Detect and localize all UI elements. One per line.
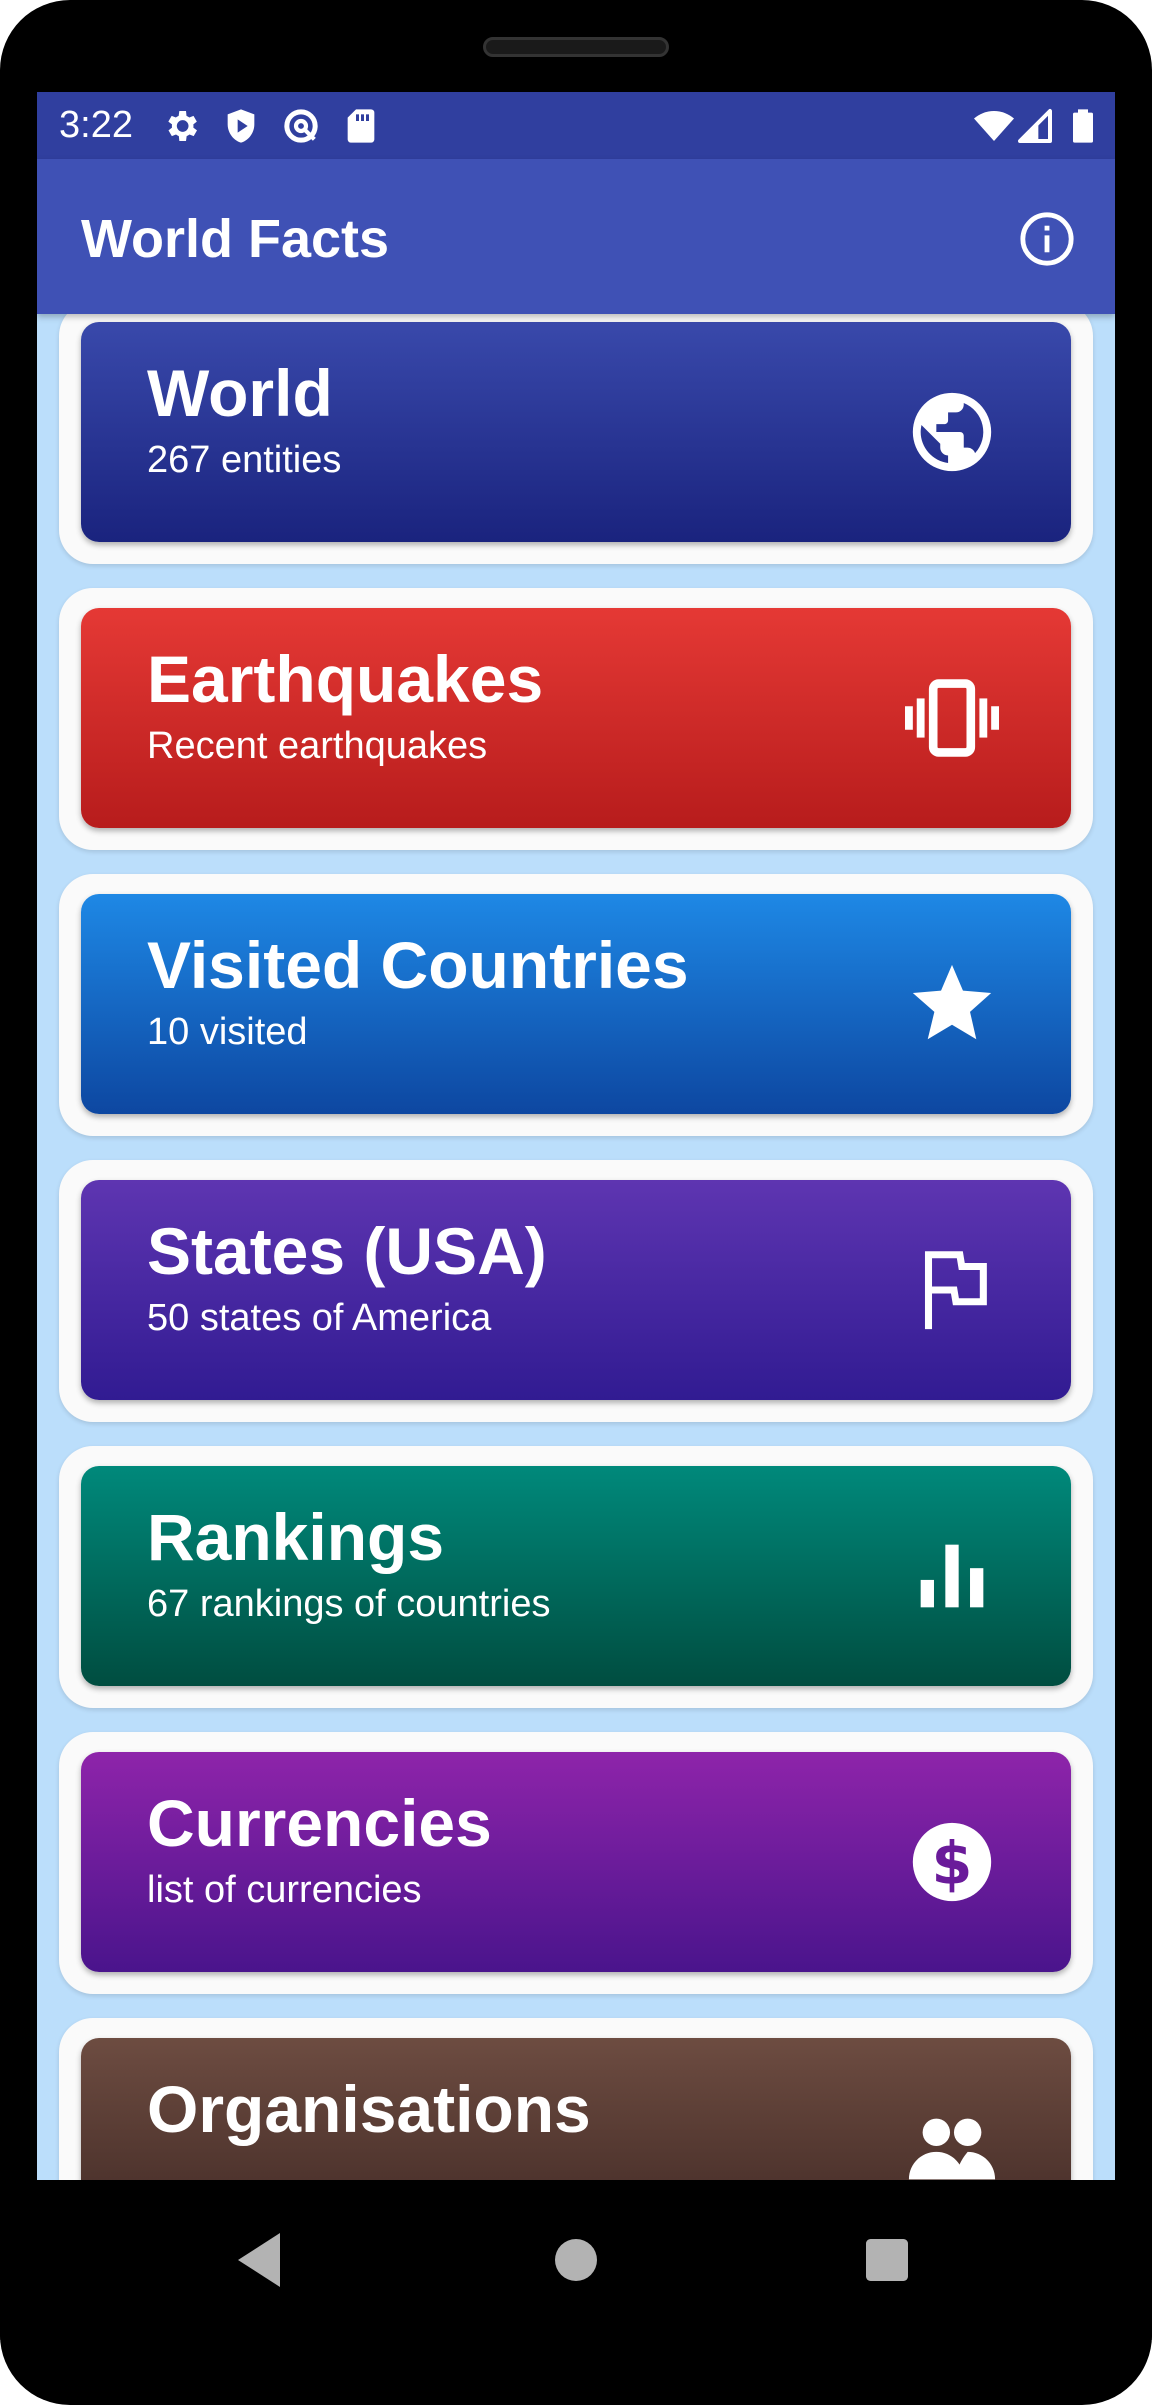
star-icon [912, 964, 992, 1040]
card-rankings[interactable]: Rankings 67 rankings of countries [59, 1446, 1093, 1708]
card-world-banner[interactable]: World 267 entities [81, 322, 1071, 542]
phone-frame: 3:22 World Facts World 267 entities Eart… [0, 0, 1152, 2405]
card-currencies[interactable]: Currencies list of currencies $ [59, 1732, 1093, 1994]
info-icon[interactable] [1018, 210, 1076, 268]
flag-icon [924, 1251, 987, 1330]
card-earthquakes-banner[interactable]: Earthquakes Recent earthquakes [81, 608, 1071, 828]
app-bar: World Facts [37, 159, 1115, 314]
sd-card-icon [347, 109, 375, 143]
card-organisations-banner[interactable]: Organisations [81, 2038, 1071, 2180]
screen: 3:22 World Facts World 267 entities Eart… [37, 92, 1115, 2180]
groups-icon [908, 2118, 996, 2180]
earpiece-speaker [483, 37, 669, 57]
card-subtitle: Recent earthquakes [147, 725, 488, 767]
dollar-icon: $ [912, 1822, 992, 1902]
card-visited-countries-banner[interactable]: Visited Countries 10 visited [81, 894, 1071, 1114]
card-title: Organisations [147, 2072, 591, 2146]
home-icon[interactable] [540, 2224, 612, 2296]
status-time: 3:22 [59, 104, 133, 146]
globe-icon [912, 392, 992, 472]
card-subtitle: list of currencies [147, 1869, 422, 1911]
card-title: Visited Countries [147, 928, 689, 1002]
status-bar: 3:22 [37, 92, 1115, 159]
category-list: World 267 entities Earthquakes Recent ea… [37, 314, 1115, 2180]
card-states-usa[interactable]: States (USA) 50 states of America [59, 1160, 1093, 1422]
shield-play-icon [227, 109, 255, 143]
battery-icon [1073, 109, 1093, 143]
card-states-usa-banner[interactable]: States (USA) 50 states of America [81, 1180, 1071, 1400]
card-visited-countries[interactable]: Visited Countries 10 visited [59, 874, 1093, 1136]
card-subtitle: 267 entities [147, 439, 342, 481]
card-title: States (USA) [147, 1214, 547, 1288]
svg-text:$: $ [932, 1829, 973, 1898]
card-title: Rankings [147, 1500, 445, 1574]
settings-icon [168, 111, 197, 141]
bar-chart-icon [920, 1544, 984, 1608]
wifi-icon [974, 111, 1014, 141]
card-subtitle: 50 states of America [147, 1297, 492, 1339]
back-icon[interactable] [226, 2224, 298, 2296]
card-organisations[interactable]: Organisations [59, 2018, 1093, 2180]
card-title: Currencies [147, 1786, 492, 1860]
card-rankings-banner[interactable]: Rankings 67 rankings of countries [81, 1466, 1071, 1686]
card-earthquakes[interactable]: Earthquakes Recent earthquakes [59, 588, 1093, 850]
navigation-bar [0, 2180, 1152, 2340]
card-subtitle: 10 visited [147, 1011, 308, 1053]
vibration-icon [905, 679, 999, 757]
data-saver-icon [284, 109, 318, 143]
recents-icon[interactable] [851, 2224, 923, 2296]
card-currencies-banner[interactable]: Currencies list of currencies $ [81, 1752, 1071, 1972]
app-title: World Facts [81, 209, 390, 269]
card-title: World [147, 356, 333, 430]
cell-signal-icon [1018, 109, 1052, 143]
card-subtitle: 67 rankings of countries [147, 1583, 551, 1625]
card-world[interactable]: World 267 entities [59, 314, 1093, 564]
card-title: Earthquakes [147, 642, 544, 716]
